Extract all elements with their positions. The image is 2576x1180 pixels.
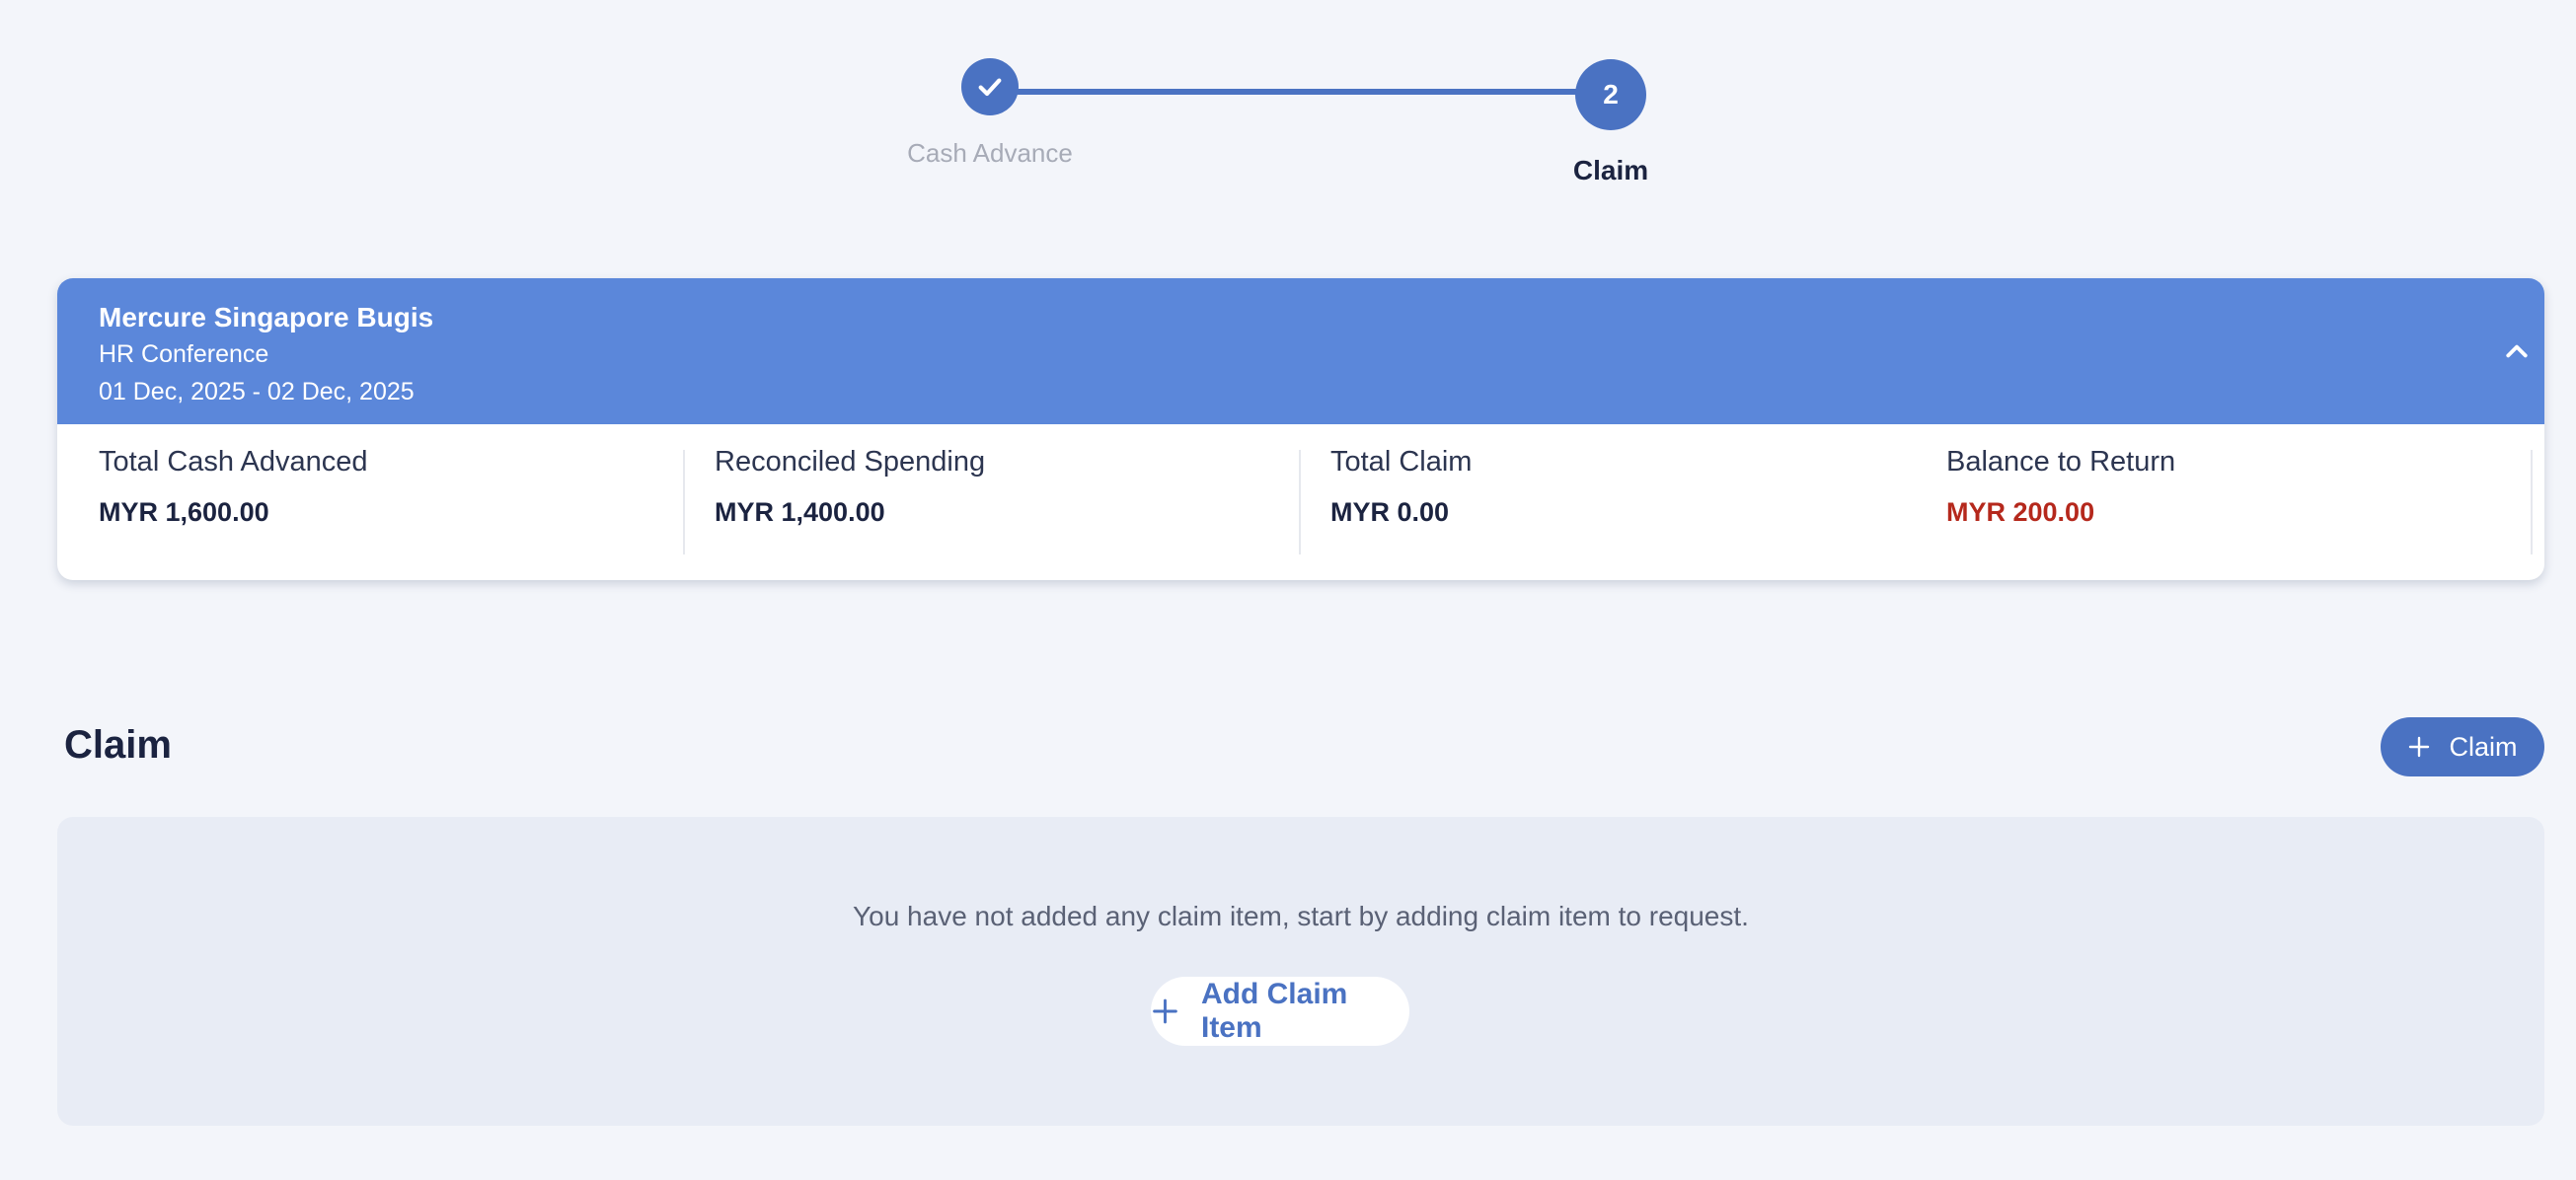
plus-icon [1153, 998, 1177, 1024]
summary-divider [1299, 450, 1301, 554]
trip-summary-card: Mercure Singapore Bugis HR Conference 01… [57, 278, 2544, 580]
summary-label: Balance to Return [1946, 446, 2176, 478]
check-icon [978, 78, 1002, 97]
summary-label: Total Cash Advanced [99, 446, 368, 478]
trip-amount-summary: Total Cash Advanced MYR 1,600.00 Reconci… [57, 424, 2544, 580]
trip-dates: 01 Dec, 2025 - 02 Dec, 2025 [99, 378, 415, 406]
collapse-toggle-button[interactable] [2499, 333, 2535, 369]
add-claim-button-label: Claim [2449, 731, 2518, 762]
plus-icon [2409, 736, 2430, 758]
trip-card-header[interactable]: Mercure Singapore Bugis HR Conference 01… [57, 278, 2544, 424]
empty-state-message: You have not added any claim item, start… [853, 901, 1749, 931]
stepper-connector-line [989, 89, 1611, 95]
trip-name: Mercure Singapore Bugis [99, 302, 434, 332]
claim-items-empty-state: You have not added any claim item, start… [57, 817, 2544, 1126]
trip-purpose: HR Conference [99, 340, 269, 368]
summary-value: MYR 0.00 [1330, 497, 1450, 527]
summary-label: Reconciled Spending [715, 446, 986, 478]
step-2-current-circle: 2 [1575, 59, 1646, 130]
step-1-label: Cash Advance [907, 138, 1073, 168]
progress-stepper: Cash Advance 2 Claim [0, 0, 2576, 227]
claim-section-title: Claim [64, 723, 172, 767]
summary-divider [2531, 450, 2533, 554]
summary-value-balance: MYR 200.00 [1946, 497, 2095, 527]
summary-divider [683, 450, 685, 554]
summary-value: MYR 1,600.00 [99, 497, 269, 527]
chevron-up-icon [2506, 344, 2528, 358]
add-claim-item-button[interactable]: Add Claim Item [1151, 977, 1409, 1046]
summary-value: MYR 1,400.00 [715, 497, 885, 527]
add-claim-button[interactable]: Claim [2381, 717, 2544, 776]
step-2-label: Claim [1572, 155, 1649, 185]
add-claim-item-label: Add Claim Item [1200, 978, 1348, 1044]
step-2-number: 2 [1603, 79, 1619, 110]
step-1-completed-circle [961, 58, 1019, 115]
summary-label: Total Claim [1330, 446, 1473, 478]
